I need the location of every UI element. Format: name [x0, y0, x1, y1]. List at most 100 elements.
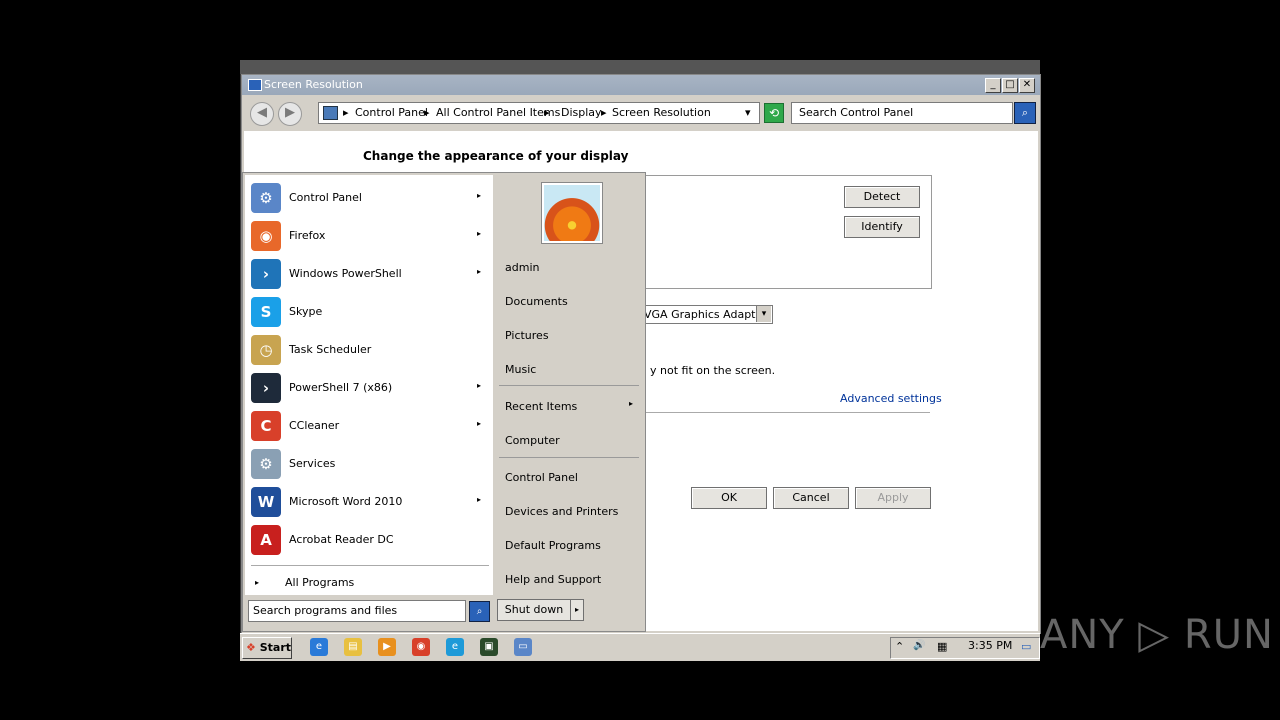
window-title: Screen Resolution — [264, 78, 363, 91]
gear-icon: ⚙ — [251, 449, 281, 479]
breadcrumb-display[interactable]: Display — [561, 106, 602, 119]
desktop-wallpaper-strip — [240, 60, 1040, 74]
devices-link[interactable]: Devices and Printers — [505, 505, 618, 518]
edge-icon[interactable]: e — [446, 638, 464, 656]
default-programs-link[interactable]: Default Programs — [505, 539, 601, 552]
start-button[interactable]: ❖ Start — [242, 637, 292, 659]
start-menu-item[interactable]: ◉ Firefox ▸ — [245, 217, 493, 255]
back-button[interactable]: ◀ — [250, 102, 274, 126]
help-link[interactable]: Help and Support — [505, 573, 601, 586]
search-placeholder: Search Control Panel — [799, 106, 914, 119]
start-menu-item[interactable]: ◷ Task Scheduler — [245, 331, 493, 369]
powershell-icon: › — [251, 259, 281, 289]
ok-button[interactable]: OK — [691, 487, 767, 509]
start-menu-item-label: Control Panel — [289, 191, 362, 204]
chevron-right-icon: ▸ — [477, 267, 482, 276]
powershell7-icon: › — [251, 373, 281, 403]
display-select-value: VGA Graphics Adapter — [644, 308, 767, 321]
music-link[interactable]: Music — [505, 363, 536, 376]
detect-button[interactable]: Detect — [844, 186, 920, 208]
shutdown-button[interactable]: Shut down — [497, 599, 571, 621]
crumb-separator: ▸ — [424, 106, 430, 119]
crumb-separator: ▸ — [343, 106, 349, 119]
breadcrumb-control-panel[interactable]: Control Panel — [355, 106, 428, 119]
chrome-icon[interactable]: ◉ — [412, 638, 430, 656]
start-menu-item[interactable]: › Windows PowerShell ▸ — [245, 255, 493, 293]
start-menu-item[interactable]: C CCleaner ▸ — [245, 407, 493, 445]
start-menu-item[interactable]: › PowerShell 7 (x86) ▸ — [245, 369, 493, 407]
all-programs-button[interactable]: All Programs — [285, 576, 354, 589]
start-menu-item[interactable]: W Microsoft Word 2010 ▸ — [245, 483, 493, 521]
start-menu: ⚙ Control Panel ▸ ◉ Firefox ▸ › Windows PowerSh… — [242, 172, 646, 632]
control-panel-icon: ⚙ — [251, 183, 281, 213]
clock[interactable]: 3:35 PM — [968, 639, 1012, 652]
apply-button[interactable]: Apply — [855, 487, 931, 509]
forward-button[interactable]: ▶ — [278, 102, 302, 126]
watermark: ANY ▷ RUN — [1040, 612, 1274, 658]
volume-icon[interactable]: 🔊 — [913, 640, 925, 651]
divider — [251, 565, 489, 566]
user-link[interactable]: admin — [505, 261, 539, 274]
navigation-bar: ◀ ▶ ▸ Control Panel ▸ All Control Panel … — [242, 95, 1040, 129]
windows-logo-icon: ❖ — [246, 641, 256, 654]
acrobat-icon: A — [251, 525, 281, 555]
network-icon[interactable]: ▦ — [937, 640, 947, 653]
cancel-button[interactable]: Cancel — [773, 487, 849, 509]
close-button[interactable]: ✕ — [1019, 78, 1035, 93]
explorer-icon[interactable]: ▤ — [344, 638, 362, 656]
ie-icon[interactable]: e — [310, 638, 328, 656]
control-panel-link[interactable]: Control Panel — [505, 471, 578, 484]
search-input[interactable]: Search Control Panel — [791, 102, 1013, 124]
divider — [644, 412, 930, 413]
ccleaner-icon: C — [251, 411, 281, 441]
start-menu-item-label: Microsoft Word 2010 — [289, 495, 403, 508]
refresh-button[interactable]: ⟲ — [764, 103, 784, 123]
start-search-placeholder: Search programs and files — [253, 604, 398, 617]
tray-chevron-icon[interactable]: ⌃ — [895, 640, 904, 653]
chevron-down-icon[interactable]: ▾ — [756, 306, 771, 322]
start-label: Start — [259, 641, 292, 654]
shutdown-options-button[interactable]: ▸ — [570, 599, 584, 621]
page-title: Change the appearance of your display — [363, 149, 629, 163]
start-menu-item-label: CCleaner — [289, 419, 340, 432]
breadcrumb-screen-resolution[interactable]: Screen Resolution — [612, 106, 711, 119]
crumb-separator: ▸ — [601, 106, 607, 119]
identify-button[interactable]: Identify — [844, 216, 920, 238]
search-icon[interactable]: ⌕ — [1014, 102, 1036, 124]
start-menu-item-label: PowerShell 7 (x86) — [289, 381, 393, 394]
terminal-icon[interactable]: ▣ — [480, 638, 498, 656]
crumb-separator: ▸ — [544, 106, 550, 119]
control-panel-icon — [323, 106, 338, 120]
address-bar[interactable]: ▸ Control Panel ▸ All Control Panel Item… — [318, 102, 760, 124]
start-menu-item-label: Firefox — [289, 229, 326, 242]
show-desktop-icon[interactable]: ▭ — [1021, 640, 1031, 653]
chevron-right-icon: ▸ — [477, 191, 482, 200]
start-menu-item-label: Skype — [289, 305, 323, 318]
start-menu-item[interactable]: ⚙ Services — [245, 445, 493, 483]
start-menu-item[interactable]: ⚙ Control Panel ▸ — [245, 179, 493, 217]
chevron-right-icon: ▸ — [477, 419, 482, 428]
documents-link[interactable]: Documents — [505, 295, 568, 308]
chevron-right-icon: ▸ — [477, 495, 482, 504]
maximize-button[interactable]: □ — [1002, 78, 1018, 93]
chevron-down-icon[interactable]: ▾ — [745, 106, 751, 119]
programs-pane: ⚙ Control Panel ▸ ◉ Firefox ▸ › Windows PowerSh… — [245, 175, 493, 595]
breadcrumb-all-items[interactable]: All Control Panel Items — [436, 106, 560, 119]
screen-resolution-icon[interactable]: ▭ — [514, 638, 532, 656]
resolution-note: y not fit on the screen. — [650, 364, 776, 377]
start-menu-item[interactable]: S Skype — [245, 293, 493, 331]
monitor-preview[interactable]: Detect Identify — [644, 175, 932, 289]
chevron-right-icon: ▸ — [255, 578, 260, 587]
advanced-settings-link[interactable]: Advanced settings — [840, 392, 942, 405]
start-menu-item[interactable]: A Acrobat Reader DC — [245, 521, 493, 559]
recent-items-link[interactable]: Recent Items — [505, 400, 577, 413]
pictures-link[interactable]: Pictures — [505, 329, 549, 342]
search-icon[interactable]: ⌕ — [469, 601, 490, 622]
computer-link[interactable]: Computer — [505, 434, 560, 447]
user-avatar[interactable] — [542, 183, 602, 243]
minimize-button[interactable]: _ — [985, 78, 1001, 93]
media-player-icon[interactable]: ▶ — [378, 638, 396, 656]
start-search-input[interactable]: Search programs and files — [248, 600, 466, 622]
title-bar[interactable]: Screen Resolution _ □ ✕ — [242, 75, 1040, 95]
display-select[interactable]: VGA Graphics Adapter ▾ — [643, 305, 773, 324]
